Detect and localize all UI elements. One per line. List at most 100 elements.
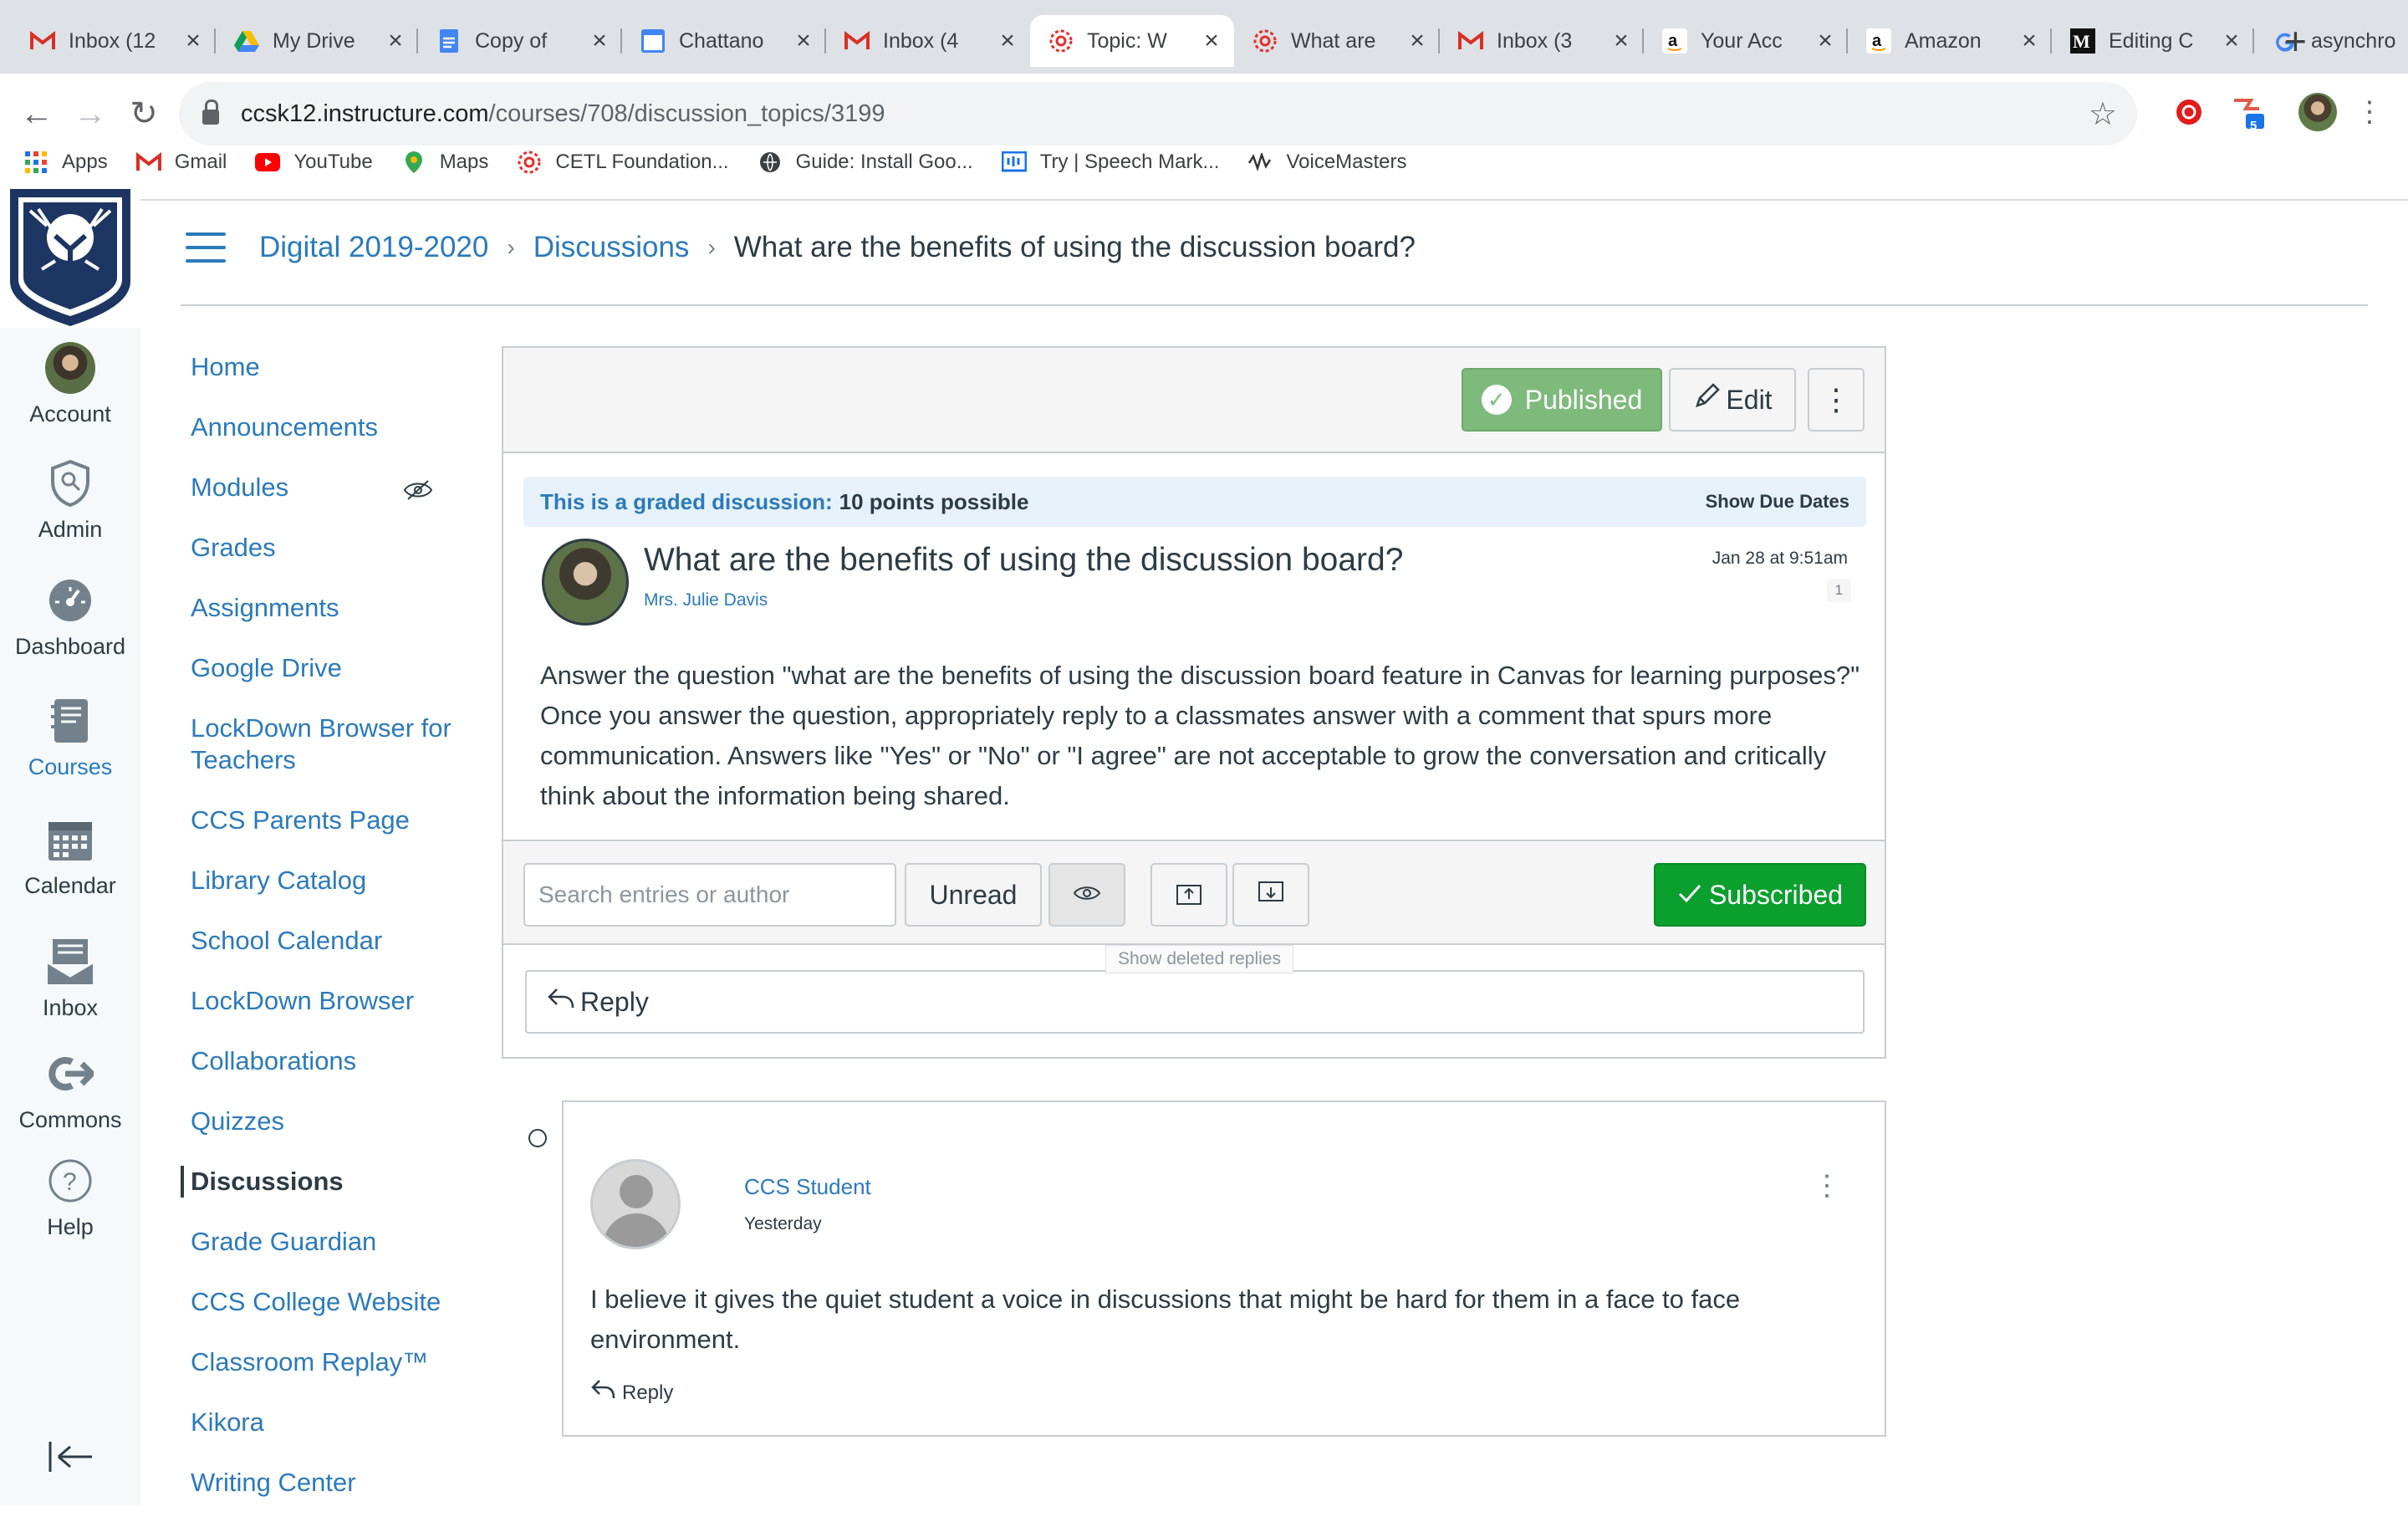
show-deleted-replies-button[interactable] <box>1048 863 1125 927</box>
global-nav-help[interactable]: ? Help <box>0 1156 140 1240</box>
svg-text:M: M <box>2073 31 2090 52</box>
course-nav-item[interactable]: Grades <box>181 532 465 564</box>
bookmark-item[interactable]: Apps <box>23 150 108 175</box>
global-nav-account[interactable]: Account <box>0 342 140 427</box>
browser-tab[interactable]: Topic: W × <box>1030 15 1234 67</box>
course-nav-item[interactable]: Grade Guardian <box>181 1226 465 1258</box>
show-due-dates-link[interactable]: Show Due Dates <box>1706 491 1849 513</box>
extension-badge-icon[interactable]: 5 <box>2224 89 2271 135</box>
bookmark-item[interactable]: YouTube <box>255 150 373 175</box>
bookmark-star-icon[interactable]: ☆ <box>2089 95 2117 133</box>
school-logo[interactable] <box>0 186 140 328</box>
entry-author[interactable]: CCS Student <box>744 1174 871 1200</box>
browser-tab[interactable]: a Your Acc × <box>1644 15 1848 67</box>
course-nav-item[interactable]: Kikora <box>181 1407 465 1438</box>
course-nav-item[interactable]: Classroom Replay™ <box>181 1346 465 1378</box>
entry-date: Yesterday <box>744 1214 822 1233</box>
close-tab-icon[interactable]: × <box>1201 27 1222 55</box>
course-nav-item[interactable]: LockDown Browser for Teachers <box>181 712 465 776</box>
close-tab-icon[interactable]: × <box>793 27 814 55</box>
reply-icon <box>547 986 575 1018</box>
browser-tab[interactable]: Inbox (12 × <box>12 15 216 67</box>
course-nav-item[interactable]: Discussions <box>181 1166 465 1198</box>
subscribed-button[interactable]: Subscribed <box>1654 863 1866 927</box>
global-nav-dashboard[interactable]: Dashboard <box>0 575 140 660</box>
course-nav-item[interactable]: Collaborations <box>181 1045 465 1077</box>
edit-label: Edit <box>1726 384 1773 415</box>
address-bar[interactable]: ccsk12.instructure.com/courses/708/discu… <box>179 82 2137 146</box>
author-avatar[interactable] <box>542 539 629 626</box>
reload-icon[interactable]: ↻ <box>119 89 169 139</box>
close-tab-icon[interactable]: × <box>1814 27 1836 55</box>
bookmark-item[interactable]: VoiceMasters <box>1247 150 1407 175</box>
student-avatar[interactable] <box>590 1159 681 1249</box>
course-nav-item[interactable]: Google Drive <box>181 652 465 684</box>
course-nav-item[interactable]: Home <box>181 351 465 383</box>
collapse-nav-icon[interactable] <box>47 1440 94 1473</box>
browser-tab[interactable]: Copy of × <box>418 15 622 67</box>
entry-more-options-icon[interactable]: ⋮ <box>1813 1169 1841 1203</box>
bookmark-item[interactable]: Try | Speech Mark... <box>1001 150 1219 175</box>
collapse-icon <box>1176 881 1202 910</box>
published-button[interactable]: ✓ Published <box>1462 368 1662 432</box>
unread-filter-button[interactable]: Unread <box>905 863 1042 927</box>
expand-replies-button[interactable] <box>1232 863 1309 927</box>
extension-icon[interactable] <box>2166 89 2212 135</box>
course-nav-item[interactable]: CCS College Website <box>181 1286 465 1318</box>
course-nav-item[interactable]: LockDown Browser <box>181 985 465 1017</box>
global-nav-commons[interactable]: Commons <box>0 1049 140 1133</box>
profile-avatar[interactable] <box>2294 89 2341 135</box>
browser-tab[interactable]: a Amazon × <box>1848 15 2052 67</box>
global-nav-courses[interactable]: Courses <box>0 696 140 780</box>
new-tab-button[interactable]: + <box>2284 18 2307 64</box>
breadcrumb-course[interactable]: Digital 2019-2020 <box>259 231 488 264</box>
close-tab-icon[interactable]: × <box>2221 27 2242 55</box>
bookmark-item[interactable]: Maps <box>401 150 488 175</box>
course-nav-item[interactable]: School Calendar <box>181 925 465 957</box>
close-tab-icon[interactable]: × <box>182 27 204 55</box>
browser-tab[interactable]: My Drive × <box>216 15 418 67</box>
browser-tab[interactable]: asynchro× <box>2254 15 2408 67</box>
unread-indicator[interactable] <box>528 1129 547 1147</box>
course-nav-item[interactable]: Library Catalog <box>181 865 465 896</box>
browser-tab[interactable]: M Editing C × <box>2052 15 2254 67</box>
global-nav-admin[interactable]: Admin <box>0 458 140 543</box>
chrome-menu-icon[interactable]: ⋮ <box>2346 89 2393 135</box>
close-tab-icon[interactable]: × <box>1406 27 1428 55</box>
browser-tab[interactable]: Inbox (4 × <box>826 15 1030 67</box>
collapse-replies-button[interactable] <box>1150 863 1227 927</box>
course-nav-item[interactable]: Assignments <box>181 592 465 624</box>
browser-tab[interactable]: Inbox (3 × <box>1440 15 1644 67</box>
close-tab-icon[interactable]: × <box>2018 27 2040 55</box>
course-nav-item[interactable]: Writing Center <box>181 1467 465 1499</box>
global-nav-inbox[interactable]: Inbox <box>0 937 140 1021</box>
reply-label: Reply <box>580 986 649 1017</box>
course-nav-item[interactable]: Announcements <box>181 411 465 443</box>
browser-tab[interactable]: What are × <box>1234 15 1440 67</box>
hamburger-menu-icon[interactable] <box>186 232 226 263</box>
close-tab-icon[interactable]: × <box>589 27 610 55</box>
more-options-button[interactable]: ⋮ <box>1808 368 1865 432</box>
close-tab-icon[interactable]: × <box>997 27 1018 55</box>
bookmark-item[interactable]: CETL Foundation... <box>517 150 729 175</box>
breadcrumb-discussions[interactable]: Discussions <box>533 231 690 264</box>
discussion-author[interactable]: Mrs. Julie Davis <box>644 590 768 610</box>
course-nav-item[interactable]: CCS Parents Page <box>181 804 465 836</box>
forward-icon[interactable]: → <box>65 89 115 139</box>
entry-reply-button[interactable]: Reply <box>590 1378 673 1407</box>
bookmark-item[interactable]: Gmail <box>135 150 227 175</box>
back-icon[interactable]: ← <box>12 89 62 139</box>
discussion-topic: ✓ Published Edit ⋮ This is a graded disc… <box>502 346 1886 1059</box>
course-nav-item[interactable]: Modules <box>181 472 465 503</box>
edit-button[interactable]: Edit <box>1669 368 1796 432</box>
close-tab-icon[interactable]: × <box>385 27 406 55</box>
breadcrumb-separator-icon: › <box>707 234 716 260</box>
browser-tab[interactable]: Chattano × <box>622 15 826 67</box>
course-nav-item[interactable]: Quizzes <box>181 1106 465 1137</box>
search-entries-input[interactable] <box>523 863 896 927</box>
global-nav-calendar[interactable]: Calendar <box>0 815 140 899</box>
bookmark-item[interactable]: Guide: Install Goo... <box>758 150 973 175</box>
reply-button[interactable]: Reply <box>525 970 1865 1034</box>
close-tab-icon[interactable]: × <box>1610 27 1632 55</box>
discussion-date: Jan 28 at 9:51am <box>1712 549 1848 568</box>
